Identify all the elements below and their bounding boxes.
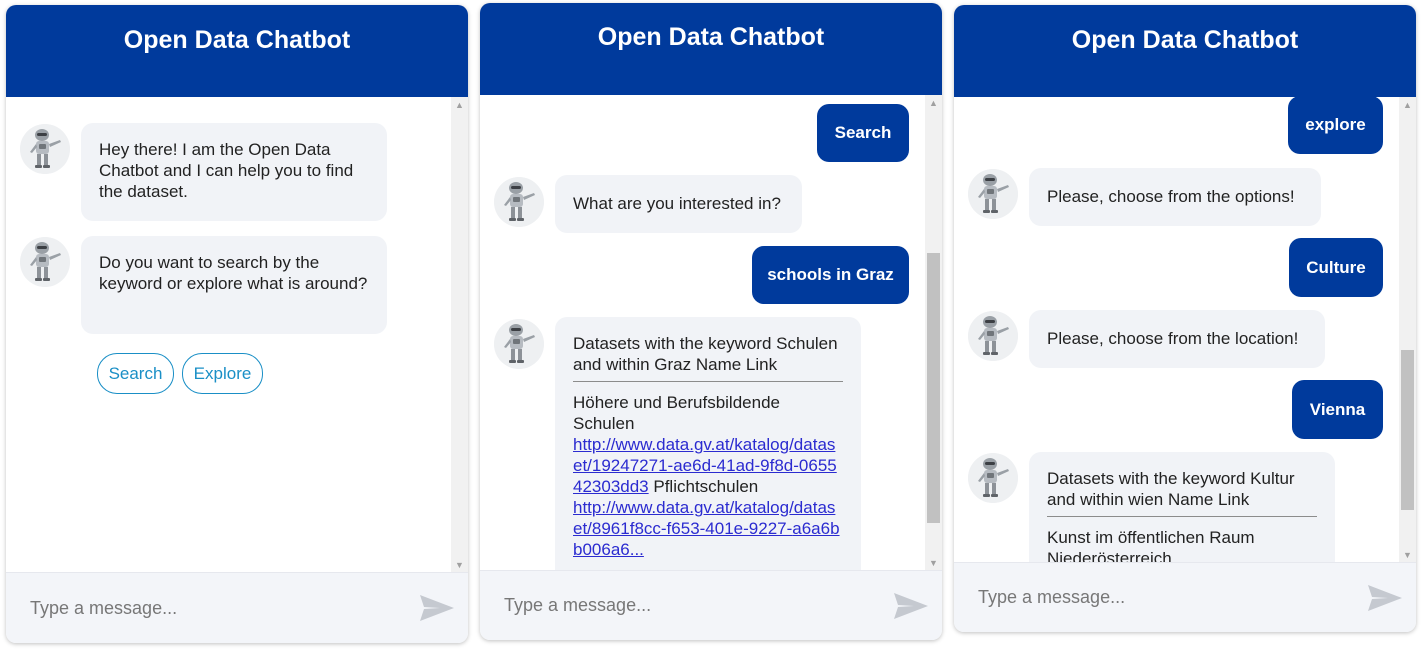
message-composer [6,572,468,643]
scrollbar-thumb[interactable] [1401,350,1414,510]
bot-avatar [968,453,1018,503]
scrollbar[interactable]: ▲ ▼ [451,97,468,573]
user-message: schools in Graz [752,246,909,304]
bot-message: What are you interested in? [555,175,802,233]
user-message-text: Culture [1306,258,1366,277]
bot-message-text: Hey there! I am the Open Data Chatbot an… [99,140,354,201]
bot-message: Please, choose from the location! [1029,310,1325,368]
message-input[interactable] [976,563,1340,632]
user-message-text: schools in Graz [767,265,894,284]
message-composer [954,562,1416,632]
chat-window-2: Open Data Chatbot Search What are you in… [480,3,942,640]
bot-message-text: Please, choose from the options! [1047,187,1295,206]
bot-avatar [20,124,70,174]
chat-title: Open Data Chatbot [1071,26,1299,54]
message-input[interactable] [502,571,866,640]
send-icon[interactable] [892,591,930,621]
bot-avatar [968,311,1018,361]
chat-title: Open Data Chatbot [597,23,825,51]
divider [1047,516,1317,517]
user-message: explore [1288,97,1383,154]
bot-message: Please, choose from the options! [1029,168,1321,226]
scroll-down-arrow-icon[interactable]: ▼ [1399,547,1416,563]
message-input[interactable] [28,573,392,643]
divider [573,381,843,382]
scroll-down-arrow-icon[interactable]: ▼ [925,555,942,571]
result-item-name: Höhere und Berufsbildende Schulen [573,393,780,433]
bot-result-message: Datasets with the keyword Schulen and wi… [555,317,861,571]
user-message: Vienna [1292,380,1383,439]
result-item-name: Pflichtschulen [653,477,759,496]
bot-avatar [968,169,1018,219]
bot-avatar [494,319,544,369]
scroll-up-arrow-icon[interactable]: ▲ [1399,97,1416,113]
scrollbar-thumb[interactable] [927,253,940,523]
user-message: Search [817,104,909,162]
bot-avatar [494,177,544,227]
bot-message: Hey there! I am the Open Data Chatbot an… [81,123,387,221]
user-message-text: explore [1305,115,1366,134]
chat-header: Open Data Chatbot [480,3,942,95]
bot-message-text: Please, choose from the location! [1047,329,1299,348]
chat-window-3: Open Data Chatbot explore Please, choose… [954,5,1416,632]
bot-message-text: What are you interested in? [573,194,781,213]
user-message-text: Vienna [1309,400,1366,419]
scroll-up-arrow-icon[interactable]: ▲ [451,97,468,113]
scrollbar[interactable]: ▲ ▼ [1399,97,1416,563]
message-list[interactable]: Search What are you interested in? schoo… [480,95,942,571]
send-icon[interactable] [1366,583,1404,613]
message-list[interactable]: Hey there! I am the Open Data Chatbot an… [6,97,468,573]
chat-header: Open Data Chatbot [6,5,468,97]
search-quick-reply-button[interactable]: Search [97,353,174,394]
user-message: Culture [1289,238,1383,297]
scroll-down-arrow-icon[interactable]: ▼ [451,557,468,573]
result-header: Datasets with the keyword Schulen and wi… [573,334,838,374]
result-header: Datasets with the keyword Kultur and wit… [1047,469,1295,509]
chat-header: Open Data Chatbot [954,5,1416,97]
user-message-text: Search [834,123,892,142]
scrollbar[interactable]: ▲ ▼ [925,95,942,571]
result-item-name: Kunst im öffentlichen Raum Niederösterre… [1047,528,1255,563]
bot-avatar [20,237,70,287]
bot-message-text: Do you want to search by the keyword or … [99,253,368,293]
scroll-up-arrow-icon[interactable]: ▲ [925,95,942,111]
send-icon[interactable] [418,593,456,623]
chat-window-1: Open Data Chatbot Hey there! I am the Op… [6,5,468,643]
bot-message: Do you want to search by the keyword or … [81,236,387,334]
message-composer [480,570,942,640]
message-list[interactable]: explore Please, choose from the options!… [954,97,1416,563]
bot-result-message: Datasets with the keyword Kultur and wit… [1029,452,1335,563]
explore-quick-reply-button[interactable]: Explore [182,353,263,394]
chat-title: Open Data Chatbot [123,26,351,54]
